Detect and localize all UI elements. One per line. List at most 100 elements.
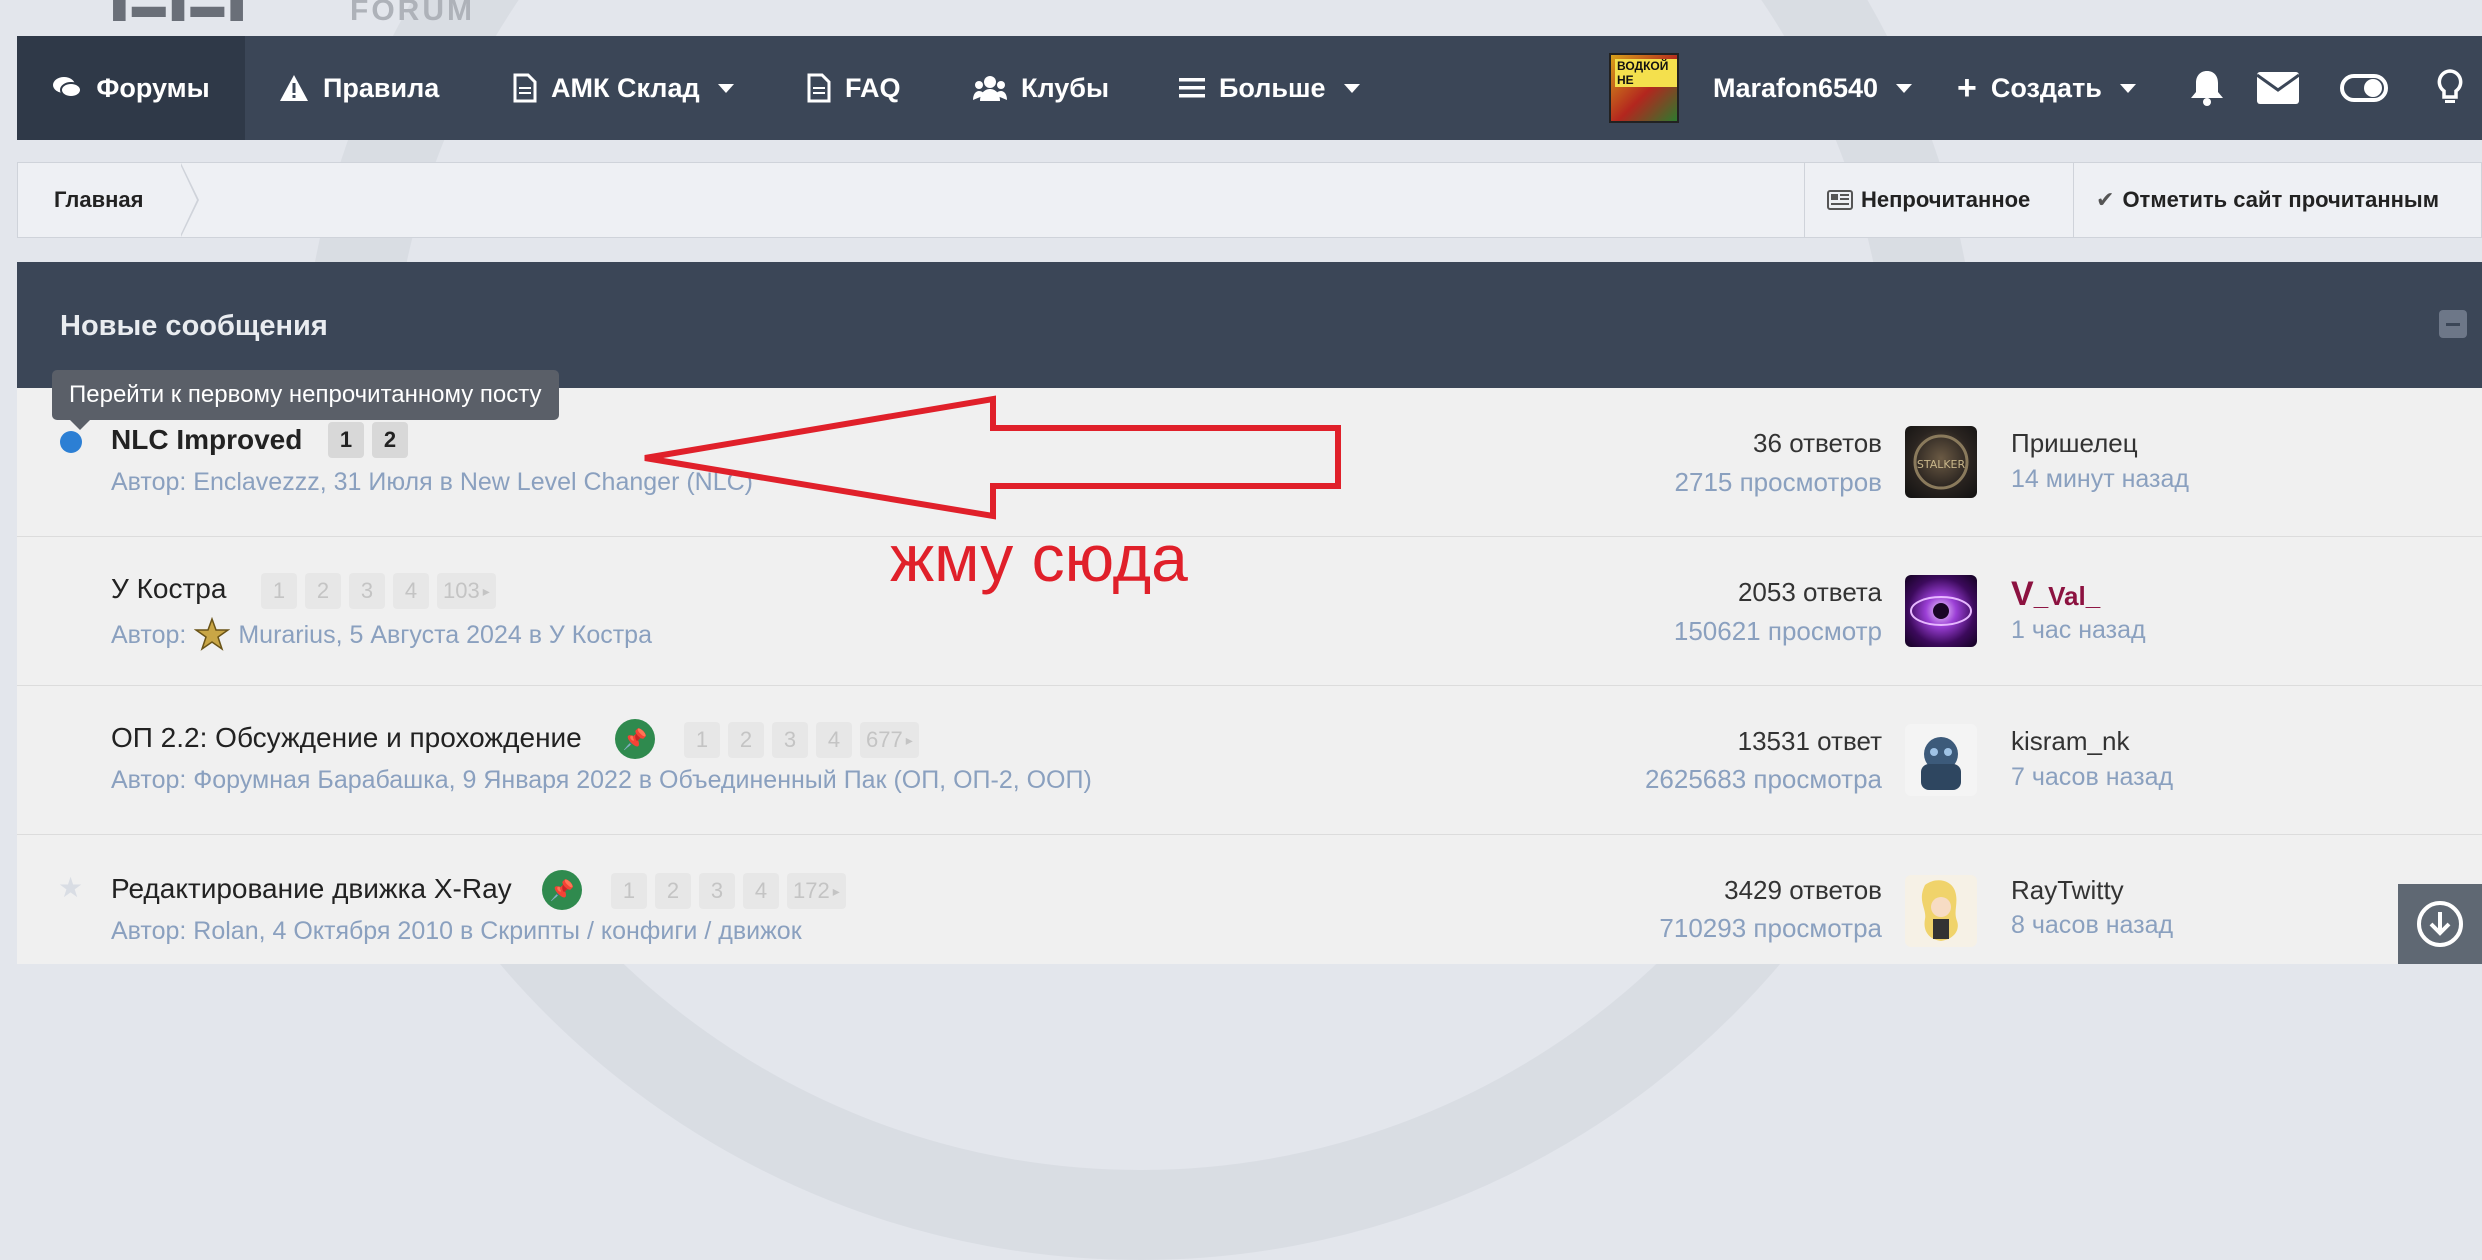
last-poster-name[interactable]: RayTwitty — [2011, 875, 2124, 906]
user-menu[interactable]: ВОДКОЙ НЕ Marafon6540 — [1609, 36, 1913, 140]
arrow-down-circle-icon — [2417, 901, 2463, 947]
chevron-down-icon — [1343, 83, 1360, 93]
page-link[interactable]: 2 — [372, 422, 408, 458]
page-link[interactable]: 1 — [684, 722, 720, 758]
page-link[interactable]: 4 — [816, 722, 852, 758]
nav-rules-label: Правила — [323, 72, 440, 103]
notifications-button[interactable] — [2189, 36, 2225, 140]
file-icon — [513, 73, 537, 103]
page-link[interactable]: 3 — [772, 722, 808, 758]
page-link[interactable]: 1 — [611, 873, 647, 909]
page-link[interactable]: 2 — [728, 722, 764, 758]
chevron-down-icon — [2119, 83, 2136, 93]
topic-replies: 36 ответов — [1753, 428, 1882, 458]
topic-meta: Автор: Rolan, 4 Октября 2010 в Скрипты /… — [111, 917, 802, 945]
topic-meta: Автор: Форумная Барабашка, 9 Января 2022… — [111, 766, 1092, 794]
users-icon — [973, 76, 1007, 101]
unread-dot-icon[interactable] — [60, 431, 82, 453]
nav-forums-label: Форумы — [96, 72, 210, 103]
tooltip: Перейти к первому непрочитанному посту — [52, 370, 559, 430]
v-icon: V — [2011, 575, 2034, 613]
envelope-icon — [2257, 72, 2299, 104]
page-link[interactable]: 1 — [328, 422, 364, 458]
last-poster-avatar[interactable]: STALKER — [1905, 426, 1977, 498]
topic-title-link[interactable]: ОП 2.2: Обсуждение и прохождение — [111, 722, 582, 754]
logo-forum-text: FORUM — [350, 0, 475, 27]
mark-site-read-button[interactable]: ✔ Отметить сайт прочитанным — [2073, 163, 2461, 237]
nav-more[interactable]: Больше — [1179, 36, 1360, 140]
author-badge-icon — [194, 617, 231, 651]
topic-replies: 13531 ответ — [1737, 726, 1882, 756]
newspaper-icon — [1827, 190, 1853, 210]
topic-title-link[interactable]: У Костра — [111, 573, 226, 605]
user-avatar: ВОДКОЙ НЕ — [1609, 53, 1679, 123]
last-poster-name[interactable]: V_Val_ — [2011, 575, 2100, 614]
topic-title-link[interactable]: Редактирование движка X-Ray — [111, 873, 512, 905]
page-link-last[interactable]: 103 ▸ — [437, 573, 496, 609]
theme-toggle[interactable] — [2340, 36, 2388, 140]
page-link[interactable]: 2 — [655, 873, 691, 909]
pin-icon: 📌 — [542, 870, 582, 910]
avatar-image — [1921, 880, 1958, 941]
topic-row: ★ Редактирование движка X-Ray 📌 1 2 3 4 … — [17, 835, 2482, 985]
last-post-time[interactable]: 14 минут назад — [2011, 465, 2189, 494]
tooltip-text: Перейти к первому непрочитанному посту — [69, 381, 542, 408]
pin-icon: 📌 — [615, 719, 655, 759]
messages-button[interactable] — [2257, 36, 2299, 140]
topic-meta: Автор: Enclavezzz, 31 Июля в New Level C… — [111, 468, 754, 496]
page-link-last[interactable]: 677 ▸ — [860, 722, 919, 758]
topic-row: У Костра 1 2 3 4 103 ▸ Автор: Murarius, 5… — [17, 537, 2482, 686]
unread-button[interactable]: Непрочитанное — [1804, 163, 2052, 237]
last-poster-name[interactable]: kisram_nk — [2011, 726, 2129, 757]
nav-forums[interactable]: Форумы — [17, 36, 245, 140]
username-label: Marafon6540 — [1713, 72, 1879, 103]
breadcrumb: Главная Непрочитанное ✔ Отметить сайт пр… — [17, 162, 2482, 238]
nav-faq-label: FAQ — [845, 72, 901, 103]
avatar-image — [1921, 737, 1961, 790]
check-icon: ✔ — [2096, 187, 2115, 212]
collapse-button[interactable] — [2439, 310, 2467, 338]
nav-amk-store[interactable]: АМК Склад — [513, 36, 734, 140]
last-post-time[interactable]: 8 часов назад — [2011, 911, 2173, 940]
last-poster-avatar[interactable] — [1905, 875, 1977, 947]
annotation-text: жму сюда — [890, 521, 1188, 595]
caret-right-icon: ▸ — [832, 882, 840, 899]
nav-faq[interactable]: FAQ — [807, 36, 901, 140]
svg-text:STALKER: STALKER — [1917, 458, 1966, 471]
nav-rules[interactable]: Правила — [279, 36, 439, 140]
page-link[interactable]: 1 — [261, 573, 297, 609]
page-link[interactable]: 4 — [743, 873, 779, 909]
topic-pagination: 1 2 3 4 172 ▸ — [611, 873, 846, 909]
page-link[interactable]: 3 — [349, 573, 385, 609]
page-link[interactable]: 2 — [305, 573, 341, 609]
topic-title-link[interactable]: NLC Improved — [111, 424, 302, 456]
create-button[interactable]: + Создать — [1957, 36, 2136, 140]
nav-clubs-label: Клубы — [1021, 72, 1110, 103]
unread-label: Непрочитанное — [1861, 187, 2031, 212]
breadcrumb-home[interactable]: Главная — [18, 163, 201, 237]
nav-clubs[interactable]: Клубы — [973, 36, 1109, 140]
create-label: Создать — [1990, 72, 2102, 103]
topic-views: 2625683 просмотра — [1644, 764, 1882, 794]
panel-title: Новые сообщения — [60, 310, 328, 342]
last-poster-name[interactable]: Пришелец — [2011, 428, 2138, 459]
topic-views: 150621 просмотр — [1673, 616, 1882, 646]
avatar-image — [1910, 596, 1972, 626]
topic-meta: Автор: Murarius, 5 Августа 2024 в У Кост… — [111, 617, 652, 653]
caret-right-icon: ▸ — [905, 731, 913, 748]
last-poster-avatar[interactable] — [1905, 724, 1977, 796]
scroll-to-bottom-button[interactable] — [2398, 884, 2482, 964]
topic-pagination: 1 2 3 4 677 ▸ — [684, 722, 919, 758]
lightbulb-button[interactable] — [2437, 36, 2463, 140]
lightbulb-icon — [2437, 69, 2463, 103]
last-post-time[interactable]: 7 часов назад — [2011, 763, 2173, 792]
last-poster-avatar[interactable] — [1905, 575, 1977, 647]
page-link-last[interactable]: 172 ▸ — [787, 873, 846, 909]
page-link[interactable]: 3 — [699, 873, 735, 909]
topic-replies: 3429 ответов — [1724, 875, 1882, 905]
toggle-icon — [2340, 74, 2388, 102]
last-post-time[interactable]: 1 час назад — [2011, 616, 2146, 645]
page-link[interactable]: 4 — [393, 573, 429, 609]
star-icon[interactable]: ★ — [58, 871, 83, 904]
topic-row: ОП 2.2: Обсуждение и прохождение 📌 1 2 3… — [17, 686, 2482, 835]
